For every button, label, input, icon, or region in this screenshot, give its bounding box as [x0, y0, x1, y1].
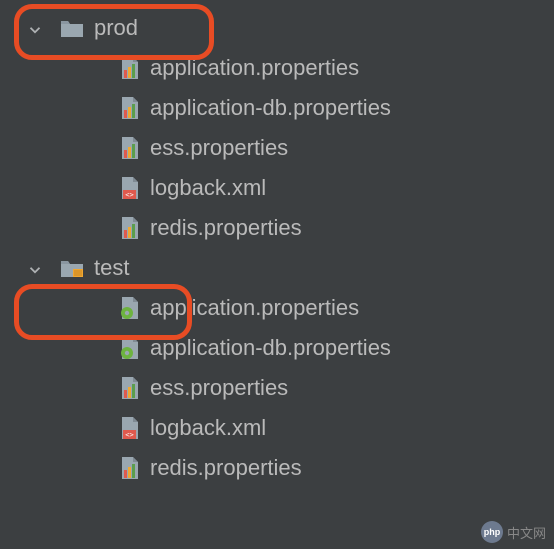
file-label: ess.properties [150, 375, 288, 401]
file-label: application-db.properties [150, 335, 391, 361]
svg-text:<>: <> [125, 431, 133, 439]
file-row[interactable]: application.properties [0, 288, 554, 328]
chevron-down-icon[interactable] [26, 259, 44, 277]
file-row[interactable]: ess.properties [0, 368, 554, 408]
folder-prod[interactable]: prod [0, 8, 554, 48]
file-row[interactable]: redis.properties [0, 208, 554, 248]
chevron-down-icon[interactable] [26, 19, 44, 37]
xml-icon: <> [120, 176, 140, 200]
project-tree: prod application.properties application-db… [0, 0, 554, 488]
watermark: php 中文网 [481, 521, 546, 543]
folder-resource-icon [60, 258, 84, 278]
file-row[interactable]: redis.properties [0, 448, 554, 488]
svg-text:<>: <> [125, 191, 133, 199]
file-row[interactable]: <> logback.xml [0, 168, 554, 208]
properties-spring-icon [120, 336, 140, 360]
properties-chart-icon [120, 136, 140, 160]
file-label: logback.xml [150, 415, 266, 441]
properties-chart-icon [120, 376, 140, 400]
watermark-badge: php [481, 521, 503, 543]
properties-chart-icon [120, 56, 140, 80]
folder-icon [60, 18, 84, 38]
file-label: redis.properties [150, 215, 302, 241]
xml-icon: <> [120, 416, 140, 440]
file-row[interactable]: ess.properties [0, 128, 554, 168]
file-row[interactable]: application.properties [0, 48, 554, 88]
file-row[interactable]: <> logback.xml [0, 408, 554, 448]
file-label: application.properties [150, 295, 359, 321]
file-label: ess.properties [150, 135, 288, 161]
properties-spring-icon [120, 296, 140, 320]
folder-label: test [94, 255, 129, 281]
file-label: logback.xml [150, 175, 266, 201]
properties-chart-icon [120, 96, 140, 120]
folder-test[interactable]: test [0, 248, 554, 288]
file-label: redis.properties [150, 455, 302, 481]
file-label: application-db.properties [150, 95, 391, 121]
file-row[interactable]: application-db.properties [0, 88, 554, 128]
file-label: application.properties [150, 55, 359, 81]
properties-chart-icon [120, 456, 140, 480]
file-row[interactable]: application-db.properties [0, 328, 554, 368]
properties-chart-icon [120, 216, 140, 240]
watermark-text: 中文网 [507, 523, 546, 542]
folder-label: prod [94, 15, 138, 41]
